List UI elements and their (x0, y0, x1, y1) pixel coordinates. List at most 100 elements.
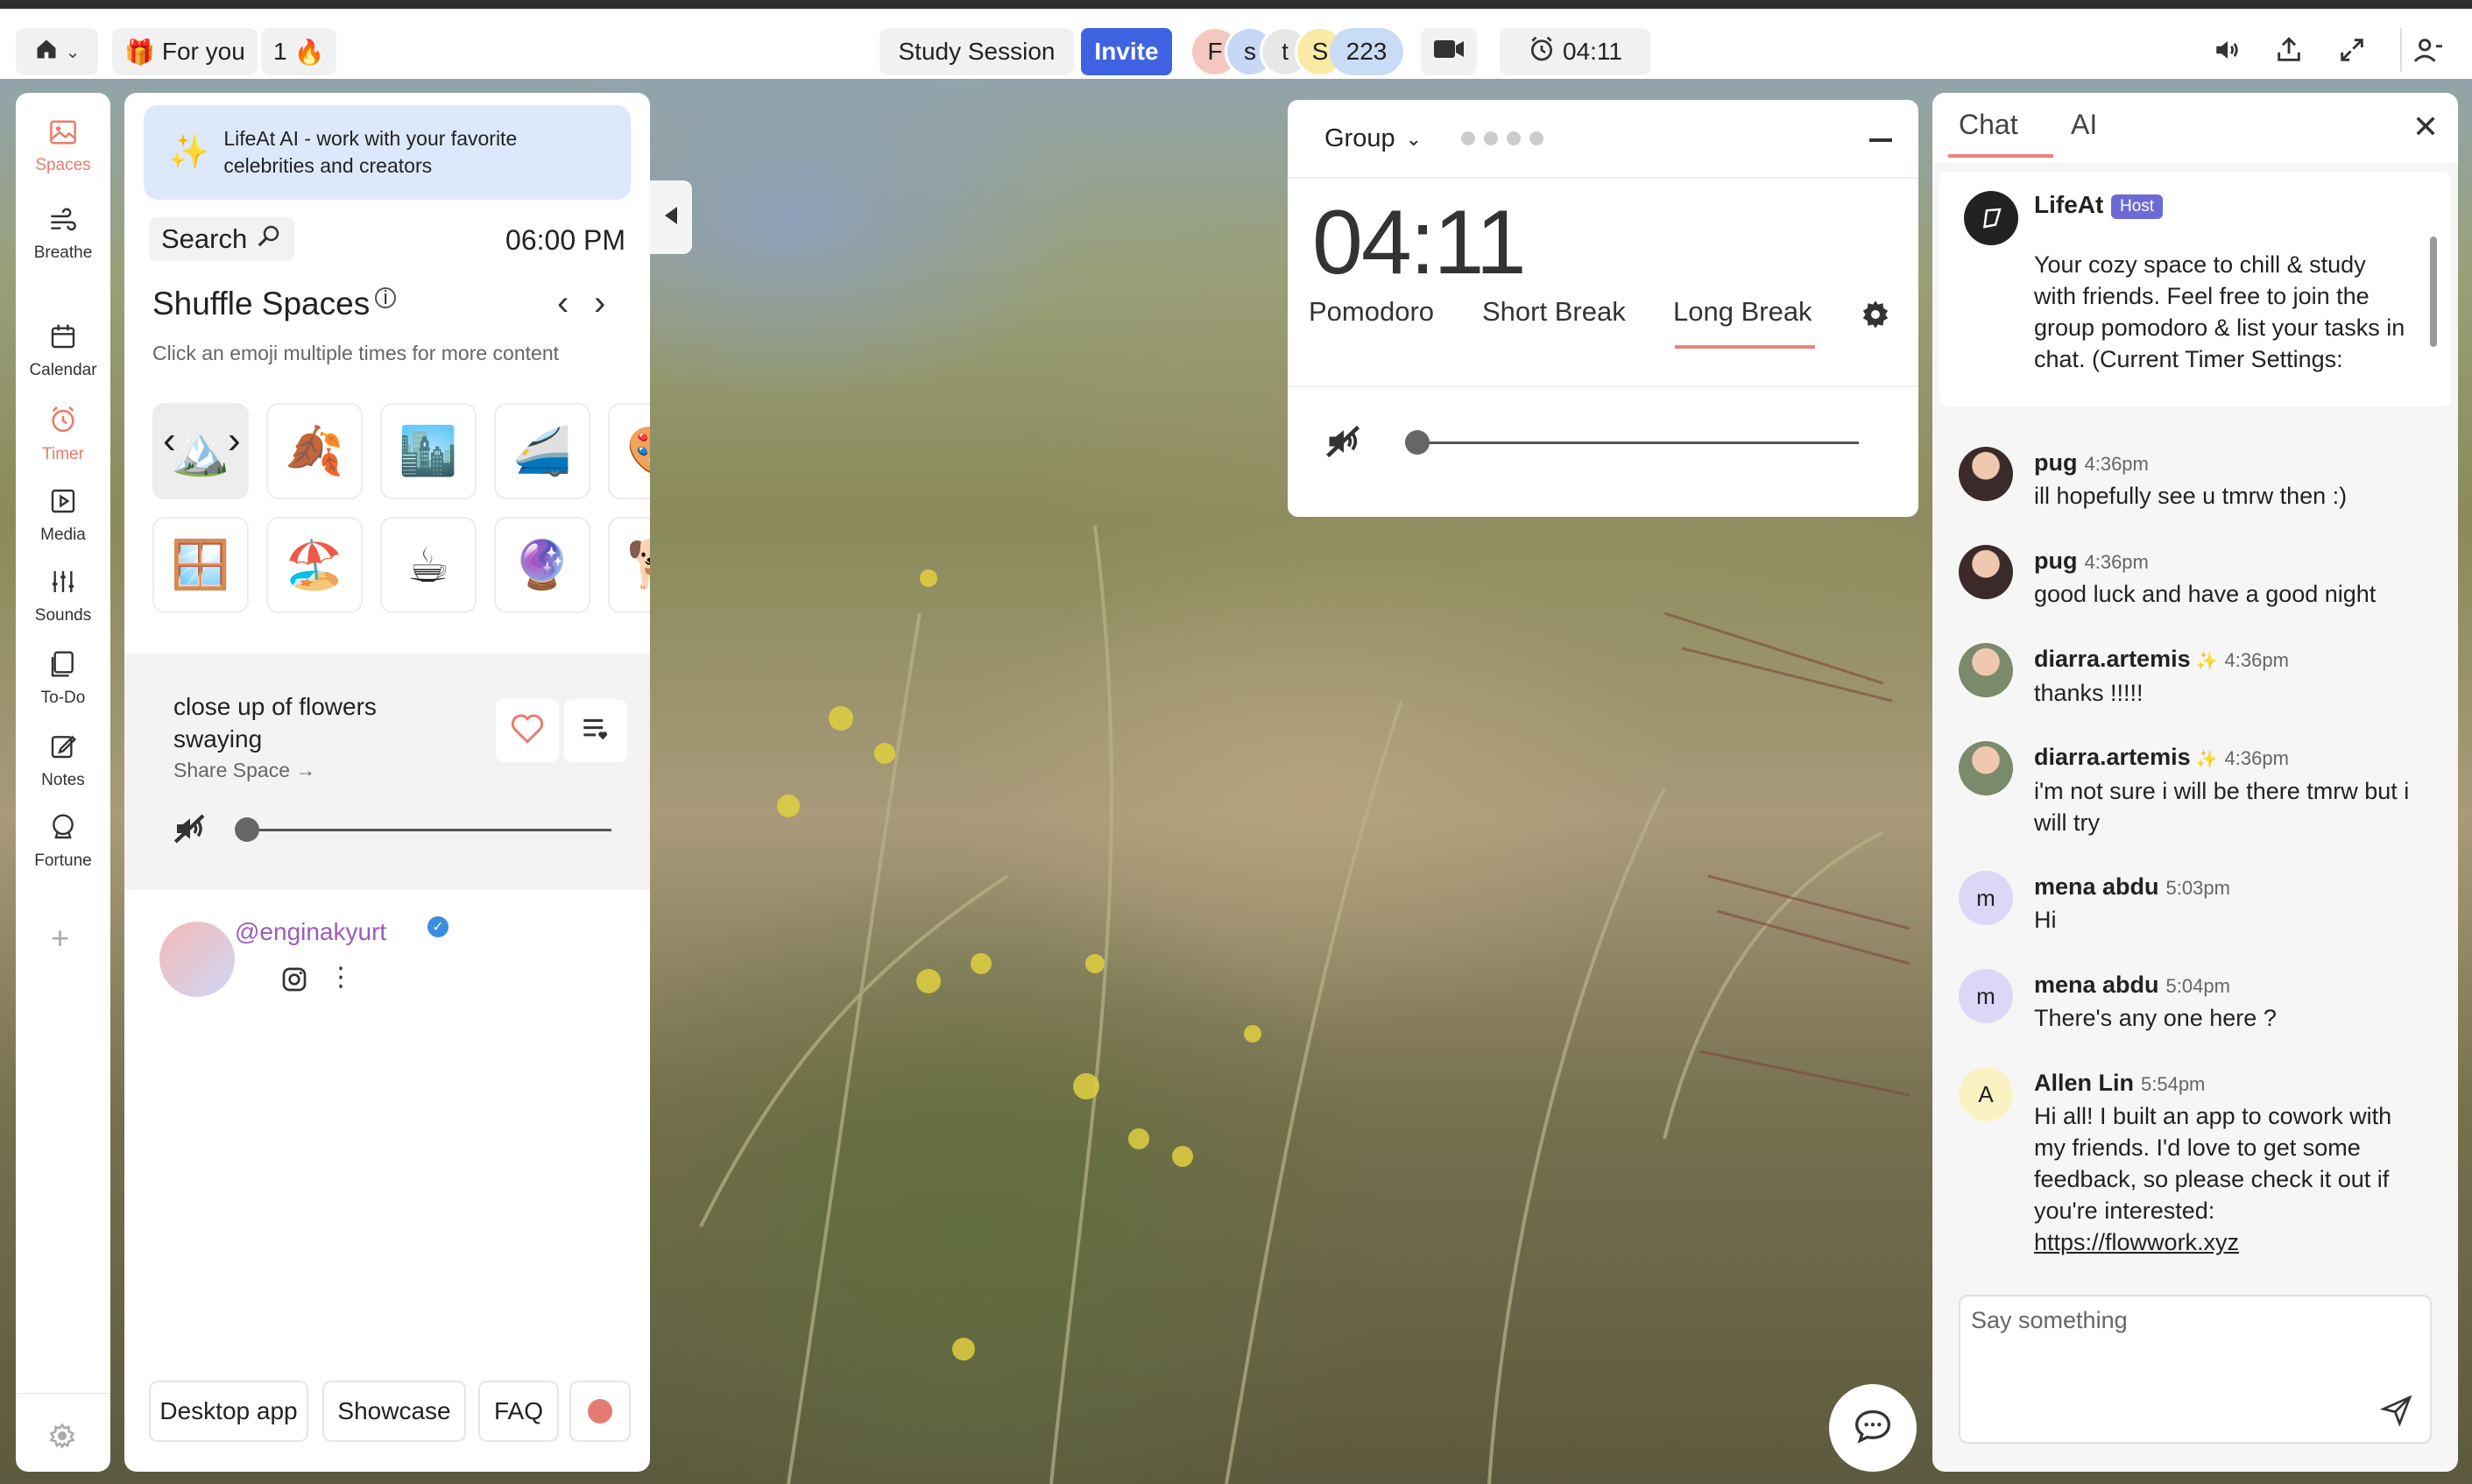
streak-badge[interactable]: 1 🔥 (261, 28, 337, 75)
add-icon[interactable]: + (51, 920, 69, 957)
session-name[interactable]: Study Session (879, 28, 1074, 75)
avatar[interactable]: m (1959, 969, 2013, 1023)
timer-volume-track[interactable] (1417, 442, 1859, 444)
tab-ai[interactable]: AI (2071, 109, 2097, 141)
sidebar-item-todo[interactable]: To-Do (16, 650, 110, 708)
shuffle-hint: Click an emoji multiple times for more c… (152, 342, 559, 364)
sidebar-item-media[interactable]: Media (16, 487, 110, 545)
tab-pomodoro[interactable]: Pomodoro (1309, 296, 1434, 328)
sidebar-item-notes[interactable]: Notes (16, 732, 110, 790)
timer-display: 04:11 (1312, 192, 1527, 293)
collapse-panel-button[interactable] (650, 180, 692, 254)
message-author[interactable]: mena abdu (2034, 972, 2159, 998)
info-icon[interactable]: i (375, 286, 397, 308)
emoji-tile[interactable]: 🎨 (608, 403, 650, 499)
chevron-right-icon[interactable]: › (228, 419, 241, 463)
message-author[interactable]: pug (2034, 548, 2077, 574)
avatar[interactable] (1959, 545, 2013, 599)
timer-muted-speaker-icon[interactable] (1324, 422, 1363, 465)
chat-message: A Allen Lin 5:54pm Hi all! I built an app t… (1959, 1067, 2432, 1258)
sidebar-item-breathe[interactable]: Breathe (16, 207, 110, 263)
avatar[interactable] (1959, 447, 2013, 501)
avatar[interactable] (1959, 741, 2013, 795)
message-author[interactable]: diarra.artemis (2034, 646, 2191, 672)
emoji-tile[interactable]: 🐕 (608, 517, 650, 613)
sidebar-item-label: Fortune (34, 852, 92, 870)
instagram-icon[interactable] (280, 965, 308, 998)
topbar-timer[interactable]: 04:11 (1500, 28, 1650, 75)
send-icon[interactable] (2379, 1393, 2414, 1432)
share-space-link[interactable]: Share Space → (173, 759, 315, 782)
emoji-tile[interactable]: 🍂 (266, 403, 363, 499)
status-button[interactable] (569, 1381, 631, 1442)
scrollbar[interactable] (2430, 237, 2437, 347)
group-dropdown[interactable]: Group ⌄ (1324, 124, 1422, 153)
gear-icon[interactable] (49, 1423, 75, 1453)
sidebar-item-sounds[interactable]: Sounds (16, 568, 110, 625)
message-text: Hi all! I built an app to cowork with my… (2034, 1103, 2392, 1224)
home-button[interactable]: ⌄ (16, 28, 98, 75)
message-author[interactable]: diarra.artemis (2034, 744, 2191, 770)
avatar[interactable] (159, 922, 235, 997)
faq-button[interactable]: FAQ (478, 1381, 559, 1442)
minimize-icon[interactable] (1869, 138, 1892, 142)
verified-icon: ✓ (427, 916, 448, 937)
avatar[interactable]: A (1959, 1067, 2013, 1121)
fullscreen-icon[interactable] (2337, 35, 2367, 69)
search-button[interactable]: Search (149, 217, 295, 261)
message-link[interactable]: https://flowwork.xyz (2034, 1226, 2419, 1258)
chat-message: pug 4:36pm good luck and have a good night (1959, 545, 2432, 610)
settings-gear-icon[interactable] (1861, 300, 1890, 334)
emoji-tile[interactable]: ☕ (380, 517, 477, 613)
emoji-tile[interactable]: 🏖️ (266, 517, 363, 613)
desktop-app-button[interactable]: Desktop app (149, 1381, 308, 1442)
message-author[interactable]: pug (2034, 449, 2077, 476)
more-options-icon[interactable]: ⋮ (328, 962, 354, 993)
emoji-tile[interactable]: 🪟 (152, 517, 249, 613)
chat-input[interactable]: Say something (1959, 1295, 2432, 1444)
sidebar-item-fortune[interactable]: Fortune (16, 813, 110, 871)
status-dot-icon (588, 1399, 612, 1424)
for-you-button[interactable]: 🎁 For you (112, 28, 258, 75)
volume-slider-knob[interactable] (235, 817, 259, 842)
tab-chat[interactable]: Chat (1959, 109, 2018, 141)
emoji-tile[interactable]: 🏙️ (380, 403, 477, 499)
chat-toggle-button[interactable] (1829, 1384, 1917, 1472)
ai-banner[interactable]: ✨ LifeAt AI - work with your favorite ce… (144, 105, 631, 200)
chat-message: diarra.artemis ✨ 4:36pm thanks !!!!! (1959, 643, 2432, 709)
creator-handle[interactable]: @enginakyurt (235, 918, 386, 946)
participant-count[interactable]: 223 (1330, 28, 1403, 75)
sidebar-item-timer[interactable]: Timer (16, 405, 110, 464)
message-author[interactable]: Allen Lin (2034, 1070, 2134, 1096)
emoji-tile[interactable]: 🔮 (494, 517, 590, 613)
active-tab-underline (1948, 154, 2053, 158)
chevron-left-icon[interactable]: ‹ (163, 419, 176, 463)
user-icon[interactable] (2412, 35, 2442, 69)
sidebar-item-calendar[interactable]: Calendar (16, 322, 110, 380)
message-time: 4:36pm (2084, 551, 2149, 573)
message-author[interactable]: mena abdu (2034, 873, 2159, 900)
message-time: 5:03pm (2165, 877, 2230, 899)
timer-volume-knob[interactable] (1405, 430, 1430, 455)
sidebar-item-spaces[interactable]: Spaces (16, 119, 110, 175)
emoji-tile[interactable]: 🚄 (494, 403, 590, 499)
tab-short-break[interactable]: Short Break (1482, 296, 1626, 328)
avatar[interactable]: m (1959, 871, 2013, 925)
volume-slider-track[interactable] (247, 829, 611, 831)
muted-speaker-icon[interactable] (172, 811, 208, 851)
host-name: LifeAt (2034, 191, 2104, 218)
share-icon[interactable] (2274, 35, 2304, 69)
camera-button[interactable] (1421, 28, 1477, 75)
favorite-button[interactable] (496, 699, 559, 762)
chevron-right-icon[interactable]: › (594, 284, 605, 323)
chevron-left-icon[interactable]: ‹ (557, 284, 569, 323)
volume-icon[interactable] (2211, 35, 2244, 69)
invite-button[interactable]: Invite (1081, 28, 1172, 75)
calendar-icon (49, 322, 77, 356)
close-icon[interactable]: ✕ (2412, 109, 2439, 145)
tab-long-break[interactable]: Long Break (1673, 296, 1812, 328)
playlist-button[interactable] (564, 699, 627, 762)
avatar[interactable] (1959, 643, 2013, 697)
faq-label: FAQ (493, 1397, 543, 1424)
showcase-button[interactable]: Showcase (322, 1381, 466, 1442)
